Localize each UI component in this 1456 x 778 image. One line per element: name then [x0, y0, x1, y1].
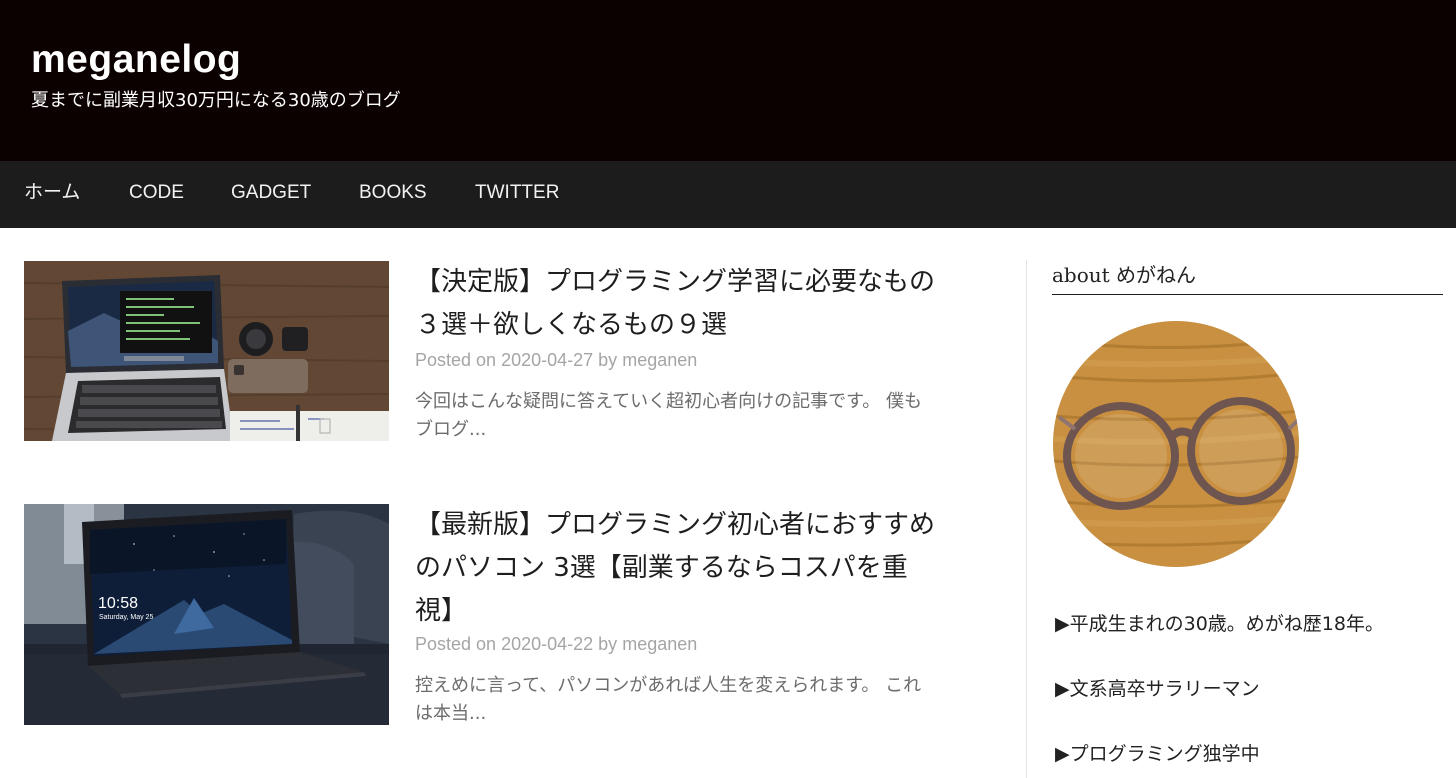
bio-item: ▶︎平成生まれの30歳。めがね歴18年。 [1055, 613, 1384, 635]
post-meta: Posted on 2020-04-27 by meganen [415, 348, 697, 372]
post-title[interactable]: 【決定版】プログラミング学習に必要なもの３選＋欲しくなるもの９選 [415, 261, 945, 347]
posted-on-label: Posted on [415, 634, 497, 654]
post-excerpt: 控えめに言って、パソコンがあれば人生を変えられます。 これは本当... [415, 675, 922, 724]
thumb-screen-time: 10:58 [98, 595, 138, 612]
nav-item-books[interactable]: BOOKS [359, 161, 427, 228]
post-date[interactable]: 2020-04-22 [501, 634, 593, 654]
post-date[interactable]: 2020-04-27 [501, 350, 593, 370]
nav-item-home[interactable]: ホーム [24, 161, 80, 228]
post-author[interactable]: meganen [622, 350, 697, 370]
site-header: meganelog 夏までに副業月収30万円になる30歳のブログ [0, 0, 1456, 161]
post-title[interactable]: 【最新版】プログラミング初心者におすすめのパソコン 3選【副業するならコスパを重… [415, 504, 945, 633]
widget-title: about めがねん [1052, 262, 1443, 295]
by-label: by [598, 350, 618, 370]
sidebar-divider [1026, 260, 1027, 778]
site-title[interactable]: meganelog [31, 36, 241, 84]
site-description: 夏までに副業月収30万円になる30歳のブログ [31, 90, 401, 111]
main-nav: ホーム CODE GADGET BOOKS TWITTER [0, 161, 1456, 228]
posted-on-label: Posted on [415, 350, 497, 370]
post-card: 【決定版】プログラミング学習に必要なもの３選＋欲しくなるもの９選 Posted … [24, 261, 944, 451]
thumb-screen-date: Saturday, May 25 [99, 614, 153, 621]
post-thumbnail-laptop-desk[interactable] [24, 261, 389, 441]
post-excerpt: 今回はこんな疑問に答えていく超初心者向けの記事です。 僕もブログ... [415, 391, 923, 440]
post-thumbnail-laptop-sofa[interactable]: 10:58 Saturday, May 25 [24, 504, 389, 725]
nav-item-twitter[interactable]: TWITTER [475, 161, 559, 228]
post-meta: Posted on 2020-04-22 by meganen [415, 632, 697, 656]
bio-item: ▶︎プログラミング独学中 [1055, 743, 1260, 765]
by-label: by [598, 634, 618, 654]
post-author[interactable]: meganen [622, 634, 697, 654]
avatar [1053, 321, 1299, 567]
post-card: 10:58 Saturday, May 25 【最新版】プログラミング初心者にお… [24, 504, 944, 734]
bio-item: ▶︎文系高卒サラリーマン [1055, 678, 1260, 700]
nav-item-gadget[interactable]: GADGET [231, 161, 311, 228]
nav-item-code[interactable]: CODE [129, 161, 184, 228]
